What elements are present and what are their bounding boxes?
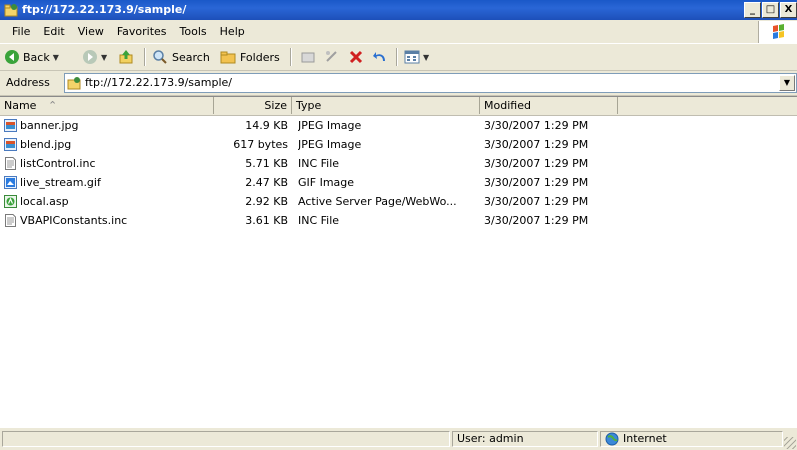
search-button[interactable]: Search (152, 48, 210, 66)
file-size: 3.61 KB (245, 214, 288, 227)
column-header: Name ⌃ Size Type Modified (0, 97, 797, 116)
close-button[interactable]: X (780, 2, 797, 18)
folders-icon (220, 51, 236, 64)
file-type: JPEG Image (298, 119, 362, 132)
status-message (2, 431, 450, 447)
up-folder-icon (119, 50, 133, 64)
address-dropdown-icon[interactable]: ▼ (779, 75, 795, 91)
menu-help[interactable]: Help (214, 25, 252, 38)
ftp-folder-icon (67, 77, 81, 90)
address-field[interactable]: ftp://172.22.173.9/sample/ ▼ (64, 73, 797, 93)
file-size: 14.9 KB (245, 119, 288, 132)
delete-button[interactable] (348, 48, 364, 66)
list-item[interactable]: live_stream.gif 2.47 KB GIF Image 3/30/2… (0, 173, 797, 192)
column-name[interactable]: Name ⌃ (0, 97, 214, 114)
file-type: INC File (298, 214, 340, 227)
window-title: ftp://172.22.173.9/sample/ (22, 3, 187, 16)
back-button[interactable]: Back ▼ (4, 48, 59, 66)
file-modified: 3/30/2007 1:29 PM (484, 138, 589, 151)
column-type[interactable]: Type (292, 97, 480, 114)
address-value[interactable]: ftp://172.22.173.9/sample/ (85, 76, 232, 89)
forward-dropdown-icon[interactable]: ▼ (101, 53, 107, 62)
asp-file-icon (4, 195, 17, 208)
resize-grip[interactable] (784, 437, 796, 449)
file-modified: 3/30/2007 1:29 PM (484, 214, 589, 227)
list-item[interactable]: listControl.inc 5.71 KB INC File 3/30/20… (0, 154, 797, 173)
forward-button[interactable]: ▼ (82, 48, 107, 66)
text-file-icon (5, 157, 16, 170)
views-dropdown-icon[interactable]: ▼ (423, 53, 429, 62)
address-bar: Address ftp://172.22.173.9/sample/ ▼ (0, 71, 797, 96)
sort-ascending-icon: ⌃ (47, 99, 58, 112)
copy-to-button[interactable] (324, 48, 340, 66)
menu-bar: File Edit View Favorites Tools Help (0, 21, 797, 44)
title-bar[interactable]: ftp://172.22.173.9/sample/ _ □ X (0, 0, 797, 20)
windows-flag-icon (773, 24, 784, 39)
list-item[interactable]: blend.jpg 617 bytes JPEG Image 3/30/2007… (0, 135, 797, 154)
standard-toolbar: Back ▼ ▼ Search Folders ▼ (0, 44, 797, 71)
address-label: Address (6, 76, 50, 89)
back-label: Back (23, 50, 50, 64)
column-name-label: Name (4, 99, 37, 112)
file-size: 2.47 KB (245, 176, 288, 189)
menu-tools[interactable]: Tools (174, 25, 214, 38)
file-modified: 3/30/2007 1:29 PM (484, 119, 589, 132)
windows-logo (758, 21, 797, 43)
back-arrow-icon (5, 50, 19, 64)
file-size: 5.71 KB (245, 157, 288, 170)
undo-button[interactable] (372, 48, 388, 66)
file-type: Active Server Page/WebWo... (298, 195, 457, 208)
gif-file-icon (4, 176, 17, 189)
list-item[interactable]: VBAPIConstants.inc 3.61 KB INC File 3/30… (0, 211, 797, 230)
file-size: 2.92 KB (245, 195, 288, 208)
file-name: live_stream.gif (20, 176, 101, 189)
menu-favorites[interactable]: Favorites (111, 25, 174, 38)
file-modified: 3/30/2007 1:29 PM (484, 176, 589, 189)
views-button[interactable]: ▼ (404, 48, 429, 66)
file-type: GIF Image (298, 176, 355, 189)
views-icon (404, 50, 420, 64)
minimize-button[interactable]: _ (744, 2, 761, 18)
ftp-folder-icon (4, 4, 18, 17)
status-zone: Internet (600, 431, 783, 447)
search-icon (153, 50, 167, 64)
column-modified[interactable]: Modified (480, 97, 618, 114)
menu-edit[interactable]: Edit (37, 25, 71, 38)
maximize-button[interactable]: □ (762, 2, 779, 18)
file-list[interactable]: Name ⌃ Size Type Modified banner.jpg 14.… (0, 96, 797, 427)
status-bar: User: admin Internet (0, 427, 797, 450)
list-item[interactable]: banner.jpg 14.9 KB JPEG Image 3/30/2007 … (0, 116, 797, 135)
forward-arrow-icon (83, 50, 97, 64)
file-modified: 3/30/2007 1:29 PM (484, 157, 589, 170)
back-dropdown-icon[interactable]: ▼ (53, 53, 59, 62)
file-name: listControl.inc (20, 157, 96, 170)
file-name: VBAPIConstants.inc (20, 214, 128, 227)
file-name: local.asp (20, 195, 69, 208)
status-zone-label: Internet (623, 432, 667, 445)
move-to-icon (301, 52, 315, 63)
search-label: Search (172, 50, 210, 64)
jpeg-file-icon (4, 138, 17, 151)
menu-view[interactable]: View (72, 25, 111, 38)
folders-label: Folders (240, 50, 280, 64)
undo-icon (373, 52, 385, 61)
file-size: 617 bytes (233, 138, 288, 151)
up-folder-button[interactable] (118, 48, 134, 66)
file-type: INC File (298, 157, 340, 170)
jpeg-file-icon (4, 119, 17, 132)
copy-to-icon (326, 51, 337, 62)
column-size[interactable]: Size (214, 97, 292, 114)
internet-globe-icon (605, 432, 619, 446)
move-to-button[interactable] (300, 48, 316, 66)
file-name: blend.jpg (20, 138, 72, 151)
file-name: banner.jpg (20, 119, 79, 132)
folders-button[interactable]: Folders (220, 48, 280, 66)
text-file-icon (5, 214, 16, 227)
delete-x-icon (349, 50, 363, 64)
status-user: User: admin (452, 431, 598, 447)
menu-file[interactable]: File (6, 25, 37, 38)
list-item[interactable]: local.asp 2.92 KB Active Server Page/Web… (0, 192, 797, 211)
file-modified: 3/30/2007 1:29 PM (484, 195, 589, 208)
file-type: JPEG Image (298, 138, 362, 151)
